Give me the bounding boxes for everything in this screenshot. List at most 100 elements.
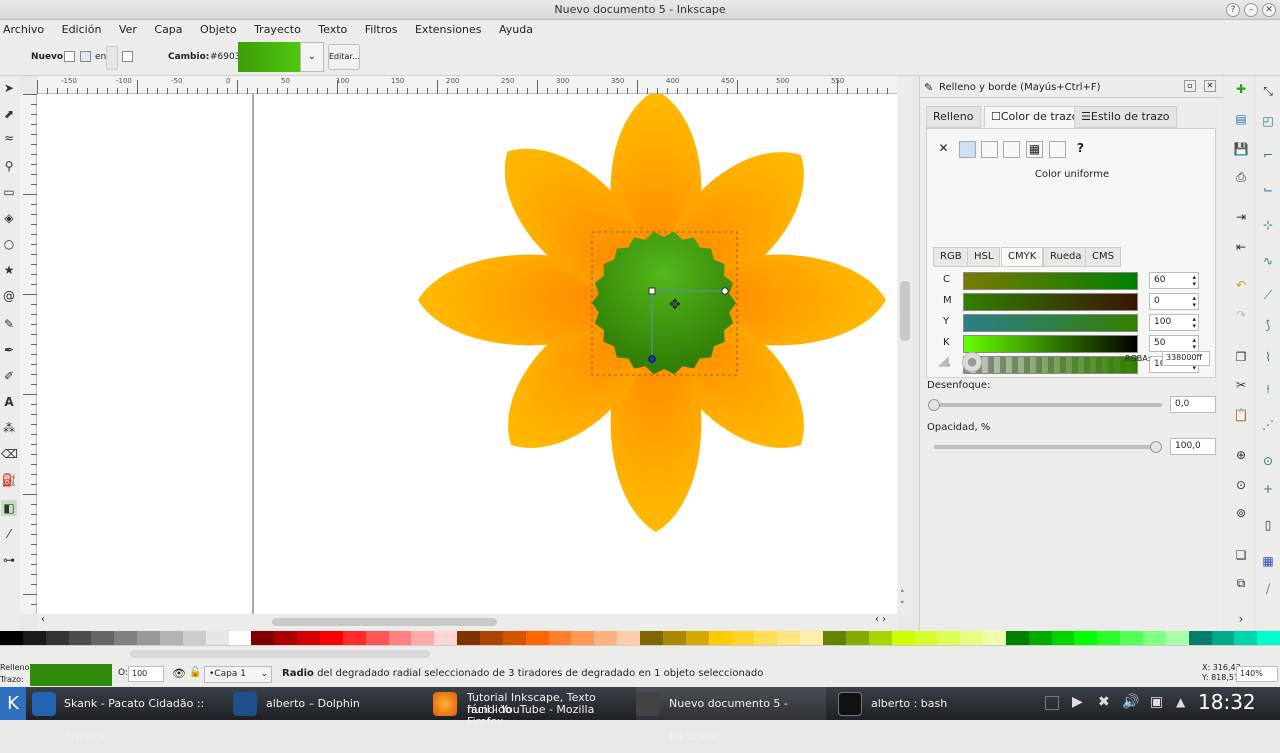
palette-swatch[interactable] bbox=[960, 631, 983, 645]
spin-y[interactable]: 100 ▴ ▾ bbox=[1149, 314, 1199, 331]
spray-tool-icon[interactable]: ⁂ bbox=[1, 420, 17, 436]
undo-icon[interactable]: ↶ bbox=[1232, 276, 1250, 294]
palette-swatch[interactable] bbox=[868, 631, 892, 645]
palette-swatch[interactable] bbox=[1257, 631, 1280, 645]
color-tab-cmyk[interactable]: CMYK bbox=[1001, 247, 1044, 267]
zoom-tool-icon[interactable]: ⚲ bbox=[1, 158, 17, 174]
bucket-tool-icon[interactable]: ⛽ bbox=[1, 472, 17, 488]
horizontal-scroll-thumb[interactable] bbox=[272, 618, 497, 626]
palette-swatch[interactable] bbox=[22, 631, 46, 645]
snap-cusp-icon[interactable]: ⟋ bbox=[1259, 286, 1277, 304]
volume-icon[interactable]: 🔊 bbox=[1122, 694, 1139, 710]
task-inkscape[interactable]: Nuevo documento 5 - Inkscape bbox=[636, 687, 826, 743]
close-window-button[interactable]: ✕ bbox=[1262, 3, 1276, 17]
spin-k[interactable]: 50 ▴ ▾ bbox=[1149, 335, 1199, 352]
open-icon[interactable]: ▤ bbox=[1232, 110, 1250, 128]
palette-swatch[interactable] bbox=[320, 631, 343, 645]
color-tab-cms[interactable]: CMS bbox=[1085, 247, 1121, 267]
palette-swatch[interactable] bbox=[800, 631, 823, 645]
media-play-icon[interactable]: ▶ bbox=[1072, 694, 1083, 710]
color-tab-rgb[interactable]: RGB bbox=[933, 247, 969, 267]
redo-icon[interactable]: ↷ bbox=[1232, 306, 1250, 324]
palette-swatch[interactable] bbox=[45, 631, 69, 645]
palette-swatch[interactable] bbox=[251, 631, 275, 645]
snap-rotation-center-icon[interactable]: + bbox=[1259, 480, 1277, 498]
palette-swatch[interactable] bbox=[297, 631, 321, 645]
panel-iconify-button[interactable]: ▫ bbox=[1184, 80, 1196, 92]
color-palette[interactable] bbox=[0, 631, 1280, 645]
palette-swatch[interactable] bbox=[1120, 631, 1143, 645]
palette-swatch[interactable] bbox=[1234, 631, 1258, 645]
edit-gradient-button[interactable]: Editar... bbox=[328, 44, 360, 70]
palette-swatch[interactable] bbox=[365, 631, 389, 645]
palette-swatch[interactable] bbox=[91, 631, 115, 645]
slider-m[interactable] bbox=[963, 293, 1138, 311]
3dbox-tool-icon[interactable]: ◈ bbox=[1, 210, 17, 226]
palette-swatch[interactable] bbox=[1142, 631, 1166, 645]
linear-gradient-icon[interactable] bbox=[981, 141, 998, 158]
export-icon[interactable]: ⇤ bbox=[1232, 238, 1250, 256]
cut-icon[interactable]: ✂ bbox=[1232, 376, 1250, 394]
snap-enable-icon[interactable]: ⤡ bbox=[1259, 82, 1277, 100]
palette-swatch[interactable] bbox=[845, 631, 869, 645]
menu-extensiones[interactable]: Extensiones bbox=[415, 20, 482, 36]
slider-a[interactable] bbox=[963, 356, 1138, 374]
palette-swatch[interactable] bbox=[1074, 631, 1098, 645]
palette-swatch[interactable] bbox=[342, 631, 366, 645]
palette-swatch[interactable] bbox=[525, 631, 549, 645]
palette-swatch[interactable] bbox=[1005, 631, 1029, 645]
slider-k[interactable] bbox=[963, 335, 1138, 353]
palette-swatch[interactable] bbox=[480, 631, 503, 645]
blur-slider-knob[interactable] bbox=[928, 399, 940, 411]
fill-swatch[interactable] bbox=[30, 664, 112, 686]
scroll-down-arrow-icon[interactable]: ˅ bbox=[900, 601, 905, 611]
color-tab-hsl[interactable]: HSL bbox=[967, 247, 1001, 267]
connector-tool-icon[interactable]: ⊶ bbox=[1, 552, 17, 568]
new-radial-toggle[interactable] bbox=[80, 51, 91, 62]
palette-swatch[interactable] bbox=[777, 631, 801, 645]
status-scroll-thumb[interactable] bbox=[130, 650, 430, 658]
opacity-spin[interactable]: 100,0 bbox=[1170, 438, 1216, 455]
palette-swatch[interactable] bbox=[754, 631, 778, 645]
menu-filtros[interactable]: Filtros bbox=[365, 20, 398, 36]
help-button[interactable]: ? bbox=[1226, 3, 1240, 17]
palette-swatch[interactable] bbox=[1188, 631, 1212, 645]
palette-swatch[interactable] bbox=[571, 631, 595, 645]
palette-swatch[interactable] bbox=[137, 631, 161, 645]
node-tool-icon[interactable]: ⬈ bbox=[1, 106, 17, 122]
menu-ayuda[interactable]: Ayuda bbox=[499, 20, 533, 36]
task-bash[interactable]: alberto : bash bbox=[838, 687, 1028, 720]
rgba-input[interactable]: 338000ff bbox=[1162, 351, 1210, 366]
palette-swatch[interactable] bbox=[617, 631, 641, 645]
layer-visibility-icon[interactable]: 👁 bbox=[172, 667, 186, 680]
blur-spin[interactable]: 0,0 bbox=[1170, 396, 1216, 413]
layer-selector[interactable]: •Capa 1 ⌄ bbox=[204, 666, 272, 683]
snap-object-midpoint-icon[interactable]: ⍿ bbox=[1259, 380, 1277, 398]
task-firefox[interactable]: Tutorial Inkscape, Texto hundido fácil - … bbox=[433, 687, 633, 728]
gradient-radius-handle-x[interactable] bbox=[721, 287, 729, 295]
palette-swatch[interactable] bbox=[182, 631, 206, 645]
drawing-svg[interactable]: ✥ bbox=[37, 94, 897, 614]
spin-c[interactable]: 60 ▴ ▾ bbox=[1149, 272, 1199, 289]
palette-swatch[interactable] bbox=[685, 631, 709, 645]
palette-swatch[interactable] bbox=[708, 631, 732, 645]
palette-swatch[interactable] bbox=[1051, 631, 1075, 645]
snap-intersection-icon[interactable]: ⋰ bbox=[1259, 416, 1277, 434]
opacity-slider[interactable] bbox=[934, 441, 1162, 453]
vertical-scroll-thumb[interactable] bbox=[900, 281, 910, 341]
save-icon[interactable]: 💾 bbox=[1232, 140, 1250, 158]
snap-center-icon[interactable]: ⊙ bbox=[1259, 452, 1277, 470]
palette-swatch[interactable] bbox=[68, 631, 92, 645]
snap-corner-icon[interactable]: ⌙ bbox=[1259, 180, 1277, 198]
menu-trayecto[interactable]: Trayecto bbox=[254, 20, 301, 36]
tools-icon[interactable]: ✖ bbox=[1098, 694, 1110, 710]
palette-swatch[interactable] bbox=[388, 631, 412, 645]
opacity-slider-knob[interactable] bbox=[1150, 441, 1162, 453]
kde-menu-icon[interactable]: K bbox=[0, 687, 26, 720]
snap-bbox-icon[interactable]: ◰ bbox=[1259, 112, 1277, 130]
menu-archivo[interactable]: Archivo bbox=[3, 20, 44, 36]
unset-paint-icon[interactable]: ? bbox=[1072, 141, 1089, 158]
palette-swatch[interactable] bbox=[434, 631, 458, 645]
zoom-selection-icon[interactable]: ⊕ bbox=[1232, 446, 1250, 464]
vertical-scrollbar[interactable]: ˄ ˅ bbox=[897, 76, 913, 616]
